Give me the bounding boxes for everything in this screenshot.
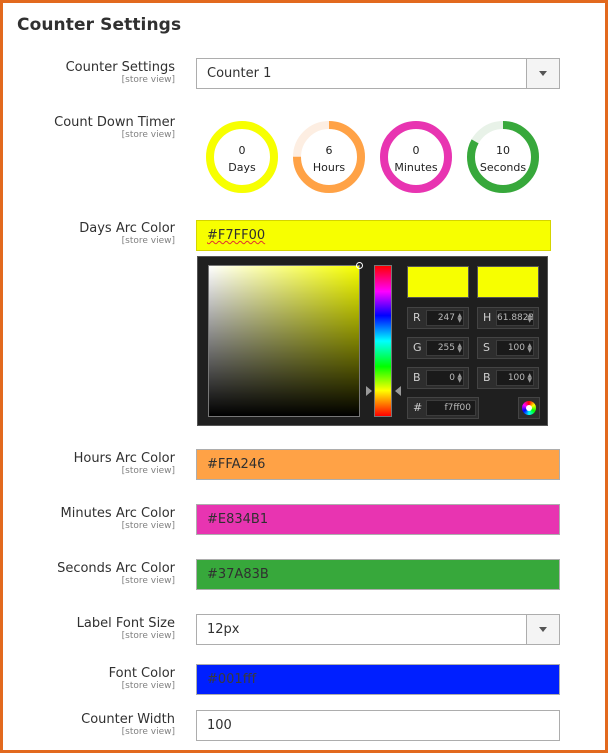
hue-field[interactable]: 61.8823 ▲ ▼	[496, 310, 534, 326]
ring-progress	[206, 121, 278, 193]
counter-settings-select[interactable]: Counter 1	[196, 58, 560, 89]
timer-ring-seconds: 10 Seconds	[465, 117, 541, 197]
ring-arc	[467, 121, 539, 193]
count-down-timer-scope: [store view]	[121, 130, 175, 140]
label-font-size-label: Label Font Size	[76, 616, 175, 631]
seconds-arc-color-label: Seconds Arc Color	[57, 561, 175, 576]
page-title: Counter Settings	[17, 15, 182, 35]
hours-arc-color-input[interactable]: #FFA246	[196, 449, 560, 480]
label-font-size-scope: [store view]	[121, 631, 175, 641]
saturation-field[interactable]: 100 ▲ ▼	[496, 340, 534, 356]
chevron-down-icon[interactable]	[526, 59, 559, 88]
spinner-icon: ▲ ▼	[457, 312, 462, 324]
hours-arc-color-label: Hours Arc Color	[73, 451, 175, 466]
red-letter: R	[413, 311, 421, 324]
hex-letter: #	[413, 401, 423, 414]
ring-arc	[206, 121, 278, 193]
ring-value: 0	[238, 144, 246, 157]
brightness-letter: B	[483, 371, 491, 384]
picker-handle[interactable]	[356, 262, 363, 269]
font-color-scope: [store view]	[121, 681, 175, 691]
font-color-label: Font Color	[108, 666, 175, 681]
ring-label: Hours	[312, 161, 346, 174]
blue-channel: B 0 ▲ ▼	[407, 367, 469, 389]
timer-ring-hours: 6 Hours	[291, 117, 367, 197]
spinner-icon: ▲ ▼	[457, 372, 462, 384]
timer-ring-days: 0 Days	[204, 117, 280, 197]
label-font-size-value: 12px	[207, 622, 240, 637]
saturation-letter: S	[483, 341, 490, 354]
hours-arc-color-scope: [store view]	[121, 466, 175, 476]
blue-field[interactable]: 0 ▲ ▼	[426, 370, 464, 386]
ring-label: Minutes	[394, 161, 438, 174]
current-color-swatch[interactable]	[477, 266, 539, 298]
minutes-arc-color-scope: [store view]	[121, 521, 175, 531]
days-arc-color-input[interactable]: #F7FF00	[196, 220, 551, 251]
ring-progress	[380, 121, 452, 193]
red-field[interactable]: 247 ▲ ▼	[426, 310, 464, 326]
color-picker[interactable]: R 247 ▲ ▼ H 61.8823 ▲ ▼ G 255 ▲ ▼ S 100 ▲ ▼ B 0 ▲…	[197, 256, 548, 426]
settings-panel: Counter Settings Counter Settings [store…	[0, 0, 608, 753]
spinner-icon: ▲ ▼	[527, 312, 532, 324]
days-arc-color-label: Days Arc Color	[79, 221, 175, 236]
counter-width-value: 100	[207, 718, 232, 733]
ring-arc	[293, 121, 365, 193]
red-channel: R 247 ▲ ▼	[407, 307, 469, 329]
ring-value: 0	[412, 144, 420, 157]
counter-width-scope: [store view]	[121, 727, 175, 737]
color-wheel-button[interactable]	[518, 397, 540, 419]
hue-pointer-right[interactable]	[395, 386, 401, 397]
chevron-down-icon[interactable]	[526, 615, 559, 644]
hue-letter: H	[483, 311, 492, 324]
minutes-arc-color-input[interactable]: #E834B1	[196, 504, 560, 535]
seconds-arc-color-scope: [store view]	[121, 576, 175, 586]
counter-width-label: Counter Width	[81, 712, 175, 727]
hue-pointer-left[interactable]	[366, 386, 372, 397]
timer-ring-minutes: 0 Minutes	[378, 117, 454, 197]
hex-field[interactable]: f7ff00	[426, 400, 476, 416]
font-color-value: #001fff	[207, 672, 257, 687]
days-arc-color-scope: [store view]	[121, 236, 175, 246]
green-channel: G 255 ▲ ▼	[407, 337, 469, 359]
spinner-icon: ▲ ▼	[527, 372, 532, 384]
brightness-channel: B 100 ▲ ▼	[477, 367, 539, 389]
color-wheel-icon	[522, 401, 536, 415]
ring-label: Seconds	[479, 161, 527, 174]
seconds-arc-color-value: #37A83B	[207, 567, 269, 582]
ring-label: Days	[228, 161, 256, 174]
ring-arc	[380, 121, 452, 193]
counter-settings-label: Counter Settings	[65, 60, 175, 75]
green-field[interactable]: 255 ▲ ▼	[426, 340, 464, 356]
green-letter: G	[413, 341, 422, 354]
spinner-icon: ▲ ▼	[457, 342, 462, 354]
spinner-icon: ▲ ▼	[527, 342, 532, 354]
saturation-channel: S 100 ▲ ▼	[477, 337, 539, 359]
hue-slider[interactable]	[374, 265, 392, 417]
hex-channel: # f7ff00	[407, 397, 479, 419]
ring-value: 10	[496, 144, 510, 157]
minutes-arc-color-value: #E834B1	[207, 512, 269, 527]
new-color-swatch	[407, 266, 469, 298]
minutes-arc-color-label: Minutes Arc Color	[60, 506, 175, 521]
font-color-input[interactable]: #001fff	[196, 664, 560, 695]
blue-letter: B	[413, 371, 421, 384]
label-font-size-select[interactable]: 12px	[196, 614, 560, 645]
counter-settings-scope: [store view]	[121, 75, 175, 85]
brightness-field[interactable]: 100 ▲ ▼	[496, 370, 534, 386]
hours-arc-color-value: #FFA246	[207, 457, 266, 472]
seconds-arc-color-input[interactable]: #37A83B	[196, 559, 560, 590]
hue-channel: H 61.8823 ▲ ▼	[477, 307, 539, 329]
count-down-timer-label: Count Down Timer	[54, 115, 175, 130]
ring-value: 6	[325, 144, 333, 157]
counter-width-input[interactable]: 100	[196, 710, 560, 741]
days-arc-color-value: #F7FF00	[207, 228, 266, 243]
counter-settings-value: Counter 1	[207, 66, 272, 81]
saturation-brightness-area[interactable]	[208, 262, 363, 417]
